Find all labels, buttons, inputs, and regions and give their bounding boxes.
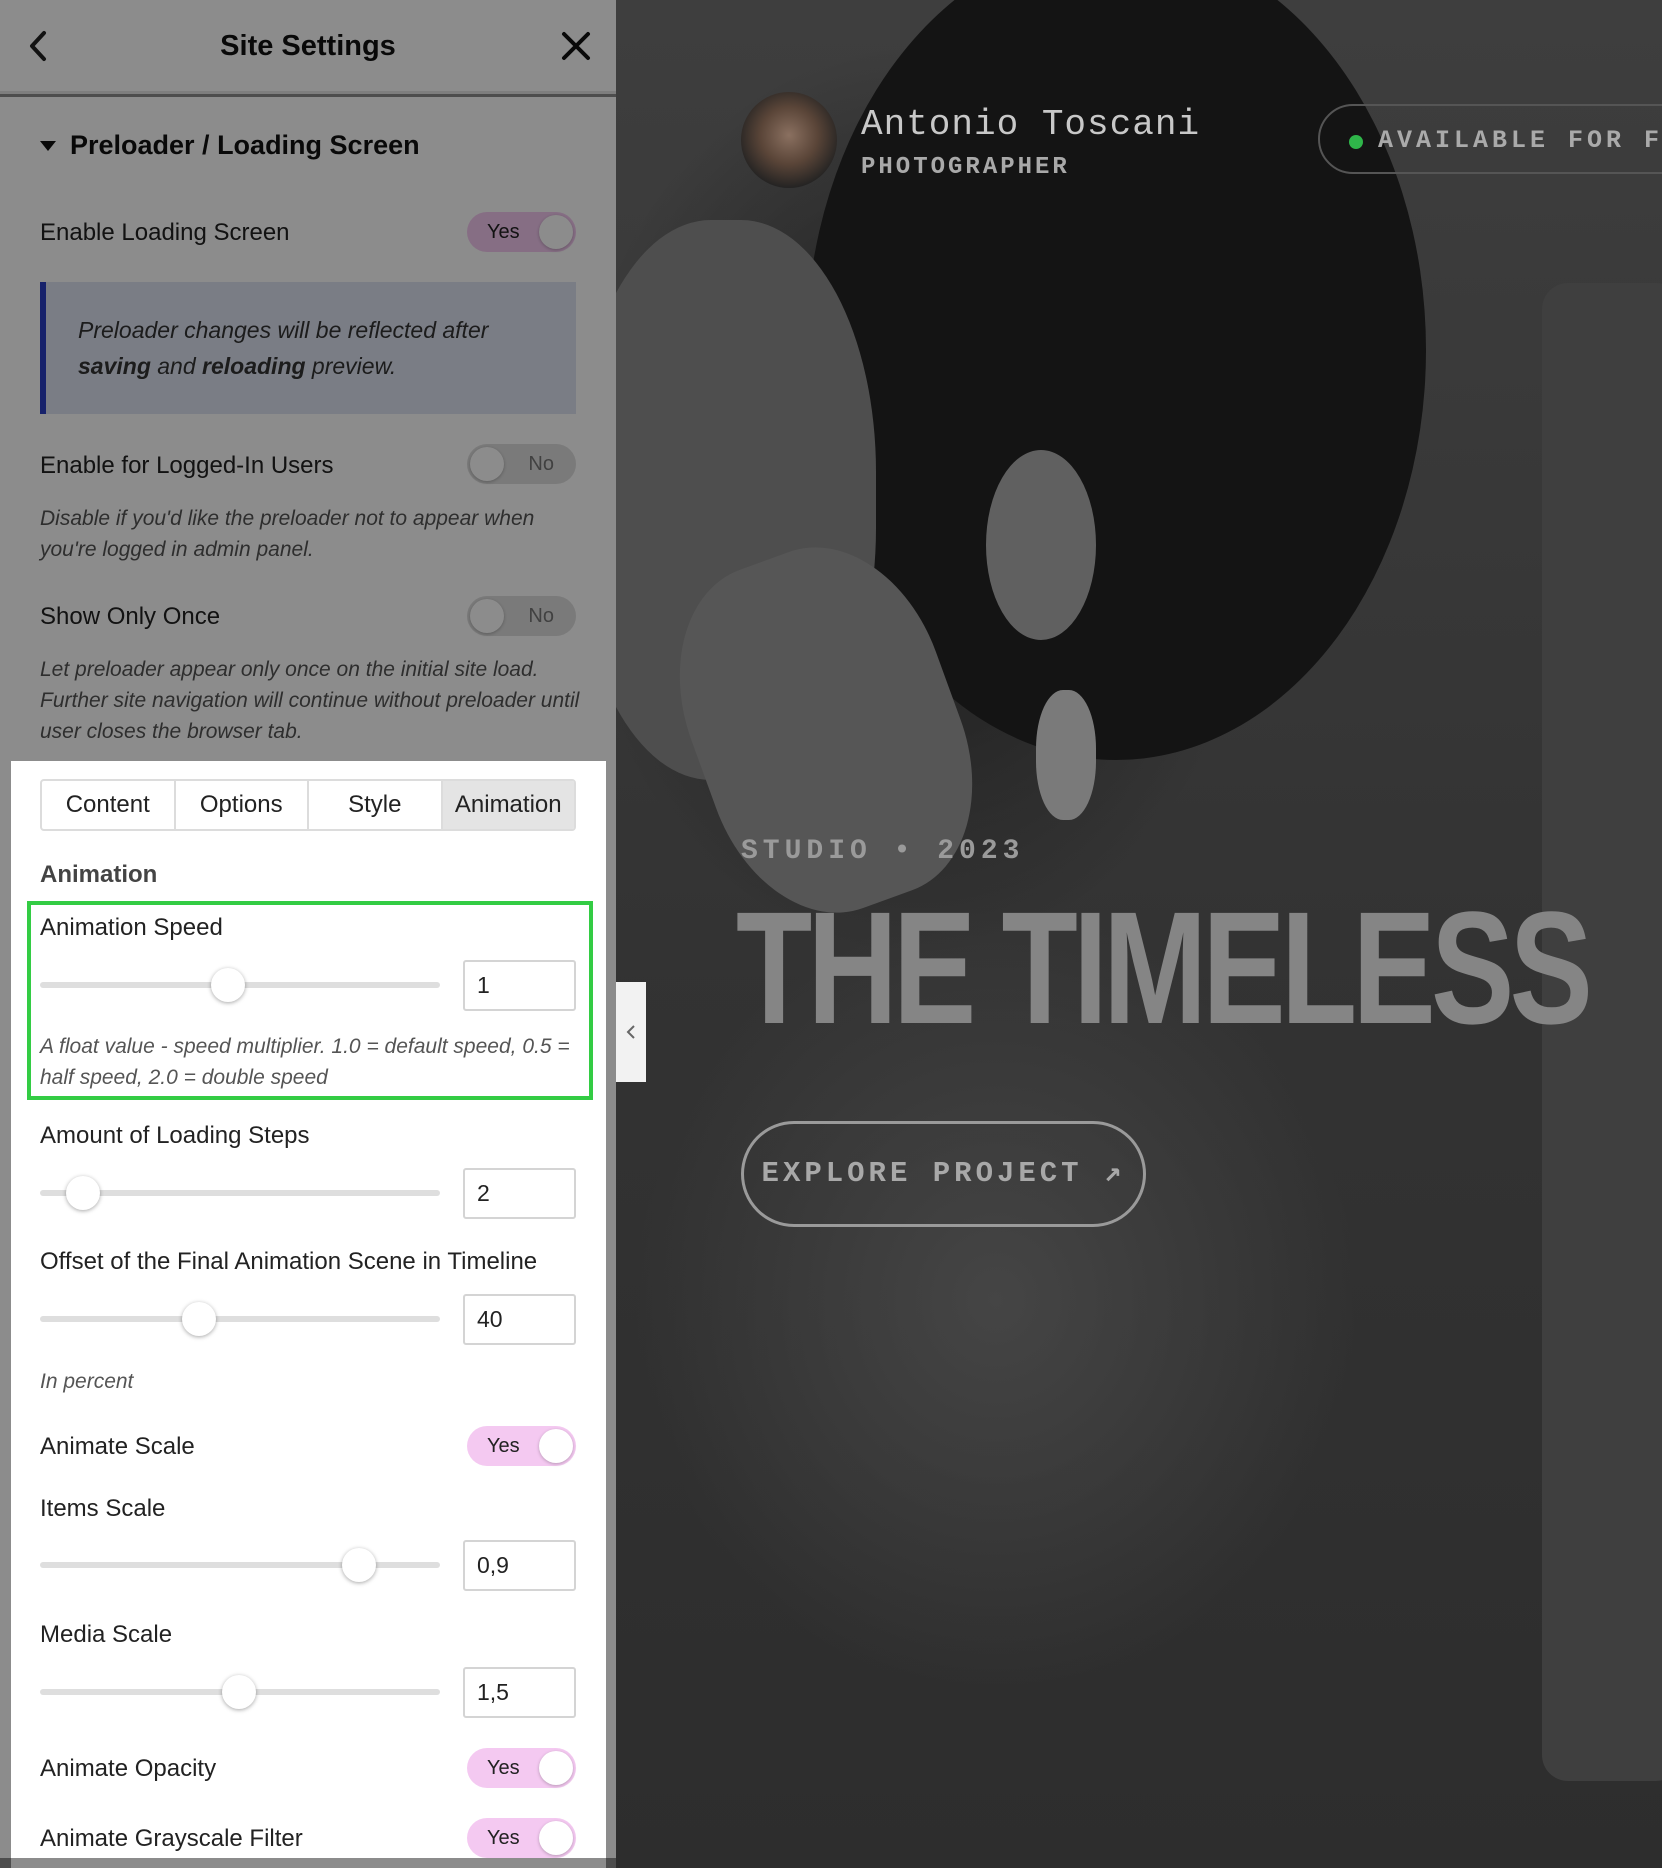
show-once-toggle[interactable]: No <box>467 596 576 636</box>
tab-content[interactable]: Content <box>42 781 176 829</box>
notice-and: and <box>150 353 203 379</box>
animation-heading: Animation <box>40 861 158 888</box>
loading-steps-slider-handle[interactable] <box>66 1176 100 1210</box>
explore-project-button[interactable]: EXPLORE PROJECT ↗ <box>741 1121 1146 1227</box>
tab-style[interactable]: Style <box>309 781 443 829</box>
settings-tabs: Content Options Style Animation <box>40 779 576 831</box>
logged-in-toggle[interactable]: No <box>467 444 576 484</box>
toggle-value: No <box>528 605 554 627</box>
tab-animation[interactable]: Animation <box>442 781 574 829</box>
animation-speed-input[interactable] <box>463 960 576 1011</box>
offset-help: In percent <box>40 1370 134 1393</box>
toggle-knob <box>539 1751 573 1785</box>
caret-down-icon <box>40 140 56 151</box>
photographer-role: PHOTOGRAPHER <box>861 154 1070 181</box>
tab-options[interactable]: Options <box>176 781 309 829</box>
animate-scale-label: Animate Scale <box>40 1433 195 1460</box>
dim-overlay-bottom <box>0 1858 616 1868</box>
photographer-name: Antonio Toscani <box>861 104 1201 145</box>
section-title: Preloader / Loading Screen <box>70 130 420 160</box>
enable-loading-toggle[interactable]: Yes <box>467 212 576 252</box>
notice-after: preview. <box>305 353 397 379</box>
hero-photo-earring <box>1036 690 1096 820</box>
offset-input[interactable] <box>463 1294 576 1345</box>
collapse-panel-button[interactable] <box>616 982 646 1082</box>
dim-overlay-right <box>606 761 616 1868</box>
hero-photo-ear <box>986 450 1096 640</box>
animate-grayscale-label: Animate Grayscale Filter <box>40 1825 303 1852</box>
avatar <box>741 92 837 188</box>
toggle-knob <box>539 1821 573 1855</box>
preloader-notice: Preloader changes will be reflected afte… <box>40 282 576 414</box>
toggle-knob <box>470 599 504 633</box>
toggle-value: No <box>528 453 554 475</box>
studio-label: STUDIO • 2023 <box>741 836 1025 867</box>
offset-slider[interactable] <box>40 1316 440 1322</box>
media-scale-label: Media Scale <box>40 1621 173 1648</box>
items-scale-slider-handle[interactable] <box>342 1548 376 1582</box>
offset-slider-handle[interactable] <box>182 1302 216 1336</box>
enable-loading-label: Enable Loading Screen <box>40 219 290 246</box>
animate-opacity-label: Animate Opacity <box>40 1755 217 1782</box>
section-preloader[interactable]: Preloader / Loading Screen <box>40 130 420 161</box>
notice-saving: saving <box>78 353 151 379</box>
animation-speed-help: A float value - speed multiplier. 1.0 = … <box>40 1035 570 1089</box>
hero-headline: THE TIMELESS <box>736 878 1593 1057</box>
media-scale-slider-handle[interactable] <box>222 1675 256 1709</box>
settings-panel: Site Settings Preloader / Loading Screen… <box>0 0 616 1868</box>
panel-header: Site Settings <box>0 0 616 94</box>
loading-steps-slider[interactable] <box>40 1190 440 1196</box>
animation-speed-label: Animation Speed <box>40 914 223 941</box>
toggle-knob <box>539 215 573 249</box>
logged-in-label: Enable for Logged-In Users <box>40 452 334 479</box>
animate-scale-toggle[interactable]: Yes <box>467 1426 576 1466</box>
animate-grayscale-toggle[interactable]: Yes <box>467 1818 576 1858</box>
loading-steps-input[interactable] <box>463 1168 576 1219</box>
show-once-label: Show Only Once <box>40 603 221 630</box>
status-dot-icon <box>1349 135 1363 149</box>
availability-badge[interactable]: AVAILABLE FOR FRE <box>1318 104 1662 174</box>
toggle-value: Yes <box>487 221 520 243</box>
dim-overlay-left <box>0 761 11 1868</box>
panel-title: Site Settings <box>220 30 396 62</box>
toggle-knob <box>539 1429 573 1463</box>
chevron-left-icon <box>626 1025 635 1039</box>
toggle-value: Yes <box>487 1827 520 1849</box>
animation-speed-slider-handle[interactable] <box>211 968 245 1002</box>
availability-text: AVAILABLE FOR FRE <box>1378 126 1662 155</box>
items-scale-slider[interactable] <box>40 1562 440 1568</box>
animate-opacity-toggle[interactable]: Yes <box>467 1748 576 1788</box>
notice-text: Preloader changes will be reflected afte… <box>78 317 489 343</box>
loading-steps-label: Amount of Loading Steps <box>40 1122 310 1149</box>
items-scale-input[interactable] <box>463 1540 576 1591</box>
logged-in-help: Disable if you'd like the preloader not … <box>40 507 535 561</box>
close-icon[interactable] <box>560 30 592 62</box>
items-scale-label: Items Scale <box>40 1495 166 1522</box>
offset-label: Offset of the Final Animation Scene in T… <box>40 1248 538 1275</box>
show-once-help: Let preloader appear only once on the in… <box>40 658 580 743</box>
site-preview: Antonio Toscani PHOTOGRAPHER AVAILABLE F… <box>616 0 1662 1868</box>
toggle-value: Yes <box>487 1435 520 1457</box>
toggle-value: Yes <box>487 1757 520 1779</box>
media-scale-input[interactable] <box>463 1667 576 1718</box>
toggle-knob <box>470 447 504 481</box>
notice-reloading: reloading <box>202 353 306 379</box>
